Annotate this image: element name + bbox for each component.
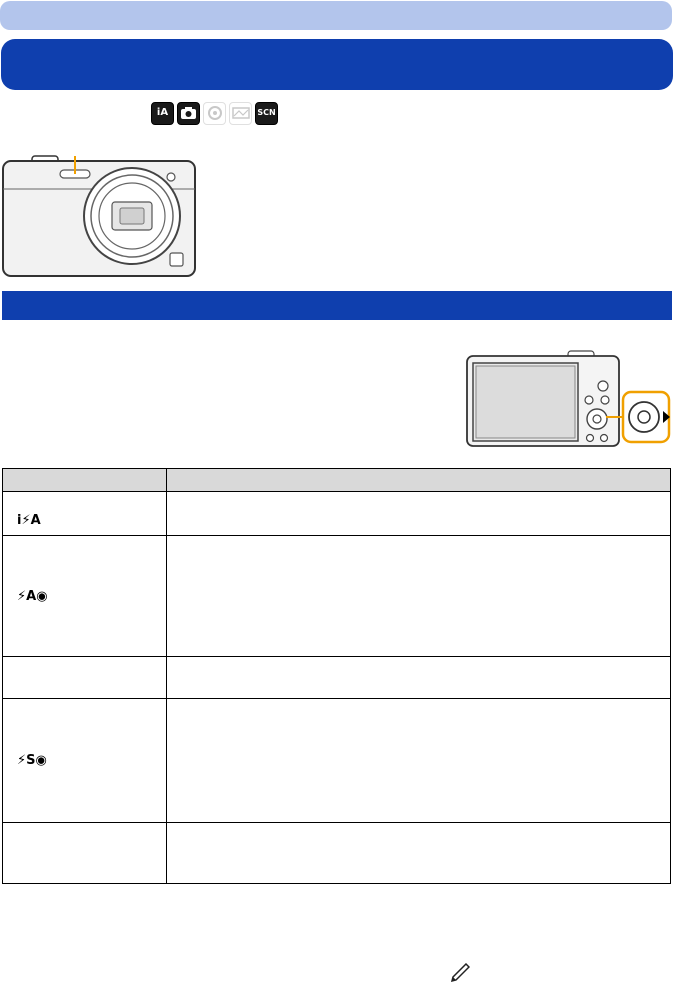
- camera-back-illustration: [466, 350, 671, 447]
- table-header-description: [166, 468, 671, 492]
- flash-blank-icon: [2, 656, 167, 699]
- table-cell-description: [166, 491, 671, 536]
- table-row: [2, 656, 671, 699]
- applicable-modes: iA SCN: [151, 101, 278, 125]
- table-cell-description: [166, 535, 671, 657]
- scene-mode-icon: SCN: [255, 101, 278, 125]
- flash-blank-icon: [2, 822, 167, 884]
- flash-mode-table: i⚡A ⚡A◉ ⚡S◉: [2, 468, 671, 884]
- camera-program-icon: [177, 101, 200, 125]
- table-row: i⚡A: [2, 491, 671, 536]
- table-cell-description: [166, 656, 671, 699]
- table-row: ⚡A◉: [2, 535, 671, 657]
- camera-front-illustration: [2, 155, 196, 277]
- page-title-bar: [1, 39, 673, 90]
- intelligent-auto-icon: iA: [151, 101, 174, 125]
- flash-ia-icon: i⚡A: [2, 491, 167, 536]
- chapter-header-bar: [0, 1, 672, 30]
- creative-control-icon: [203, 101, 226, 125]
- table-cell-description: [166, 698, 671, 823]
- table-cell-description: [166, 822, 671, 884]
- table-row: [2, 822, 671, 884]
- table-header-flash: [2, 468, 167, 492]
- table-header-row: [2, 468, 671, 492]
- flash-auto-redeye-icon: ⚡A◉: [2, 535, 167, 657]
- pencil-icon: [450, 963, 470, 983]
- table-row: ⚡S◉: [2, 698, 671, 823]
- panorama-icon: [229, 101, 252, 125]
- section-header-bar: [2, 291, 672, 320]
- flash-slow-sync-redeye-icon: ⚡S◉: [2, 698, 167, 823]
